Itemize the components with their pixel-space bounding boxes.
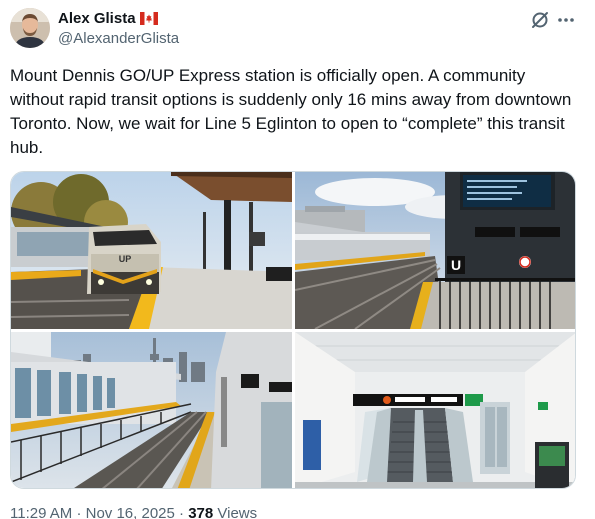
meta-separator: · bbox=[76, 505, 82, 519]
grok-icon[interactable] bbox=[530, 10, 550, 30]
more-icon[interactable] bbox=[556, 12, 576, 28]
views-count: 378 bbox=[188, 505, 214, 519]
photo-train-at-platform[interactable]: UP bbox=[11, 172, 292, 329]
photo-station-interior[interactable] bbox=[295, 332, 575, 488]
avatar[interactable] bbox=[10, 8, 50, 48]
photo-platform-u-sign[interactable]: U bbox=[295, 172, 575, 329]
meta-separator: · bbox=[179, 505, 185, 519]
tweet-date[interactable]: Nov 16, 2025 bbox=[86, 505, 175, 519]
tweet-meta: 11:29 AM · Nov 16, 2025 · 378 Views bbox=[10, 505, 257, 519]
tweet-text: Mount Dennis GO/UP Express station is of… bbox=[10, 66, 572, 157]
tweet: Alex Glista @AlexanderGlista Mount Denni… bbox=[0, 0, 595, 519]
photo-platform-skyline[interactable] bbox=[11, 332, 292, 488]
tweet-time[interactable]: 11:29 AM bbox=[10, 505, 72, 519]
canada-flag-icon bbox=[140, 12, 158, 25]
media-grid: UP U bbox=[10, 171, 576, 489]
train-up-sign: UP bbox=[119, 254, 132, 264]
author-handle[interactable]: @AlexanderGlista bbox=[58, 30, 179, 47]
author-name[interactable]: Alex Glista bbox=[58, 10, 136, 27]
u-sign: U bbox=[451, 257, 461, 273]
views-label: Views bbox=[217, 505, 258, 519]
